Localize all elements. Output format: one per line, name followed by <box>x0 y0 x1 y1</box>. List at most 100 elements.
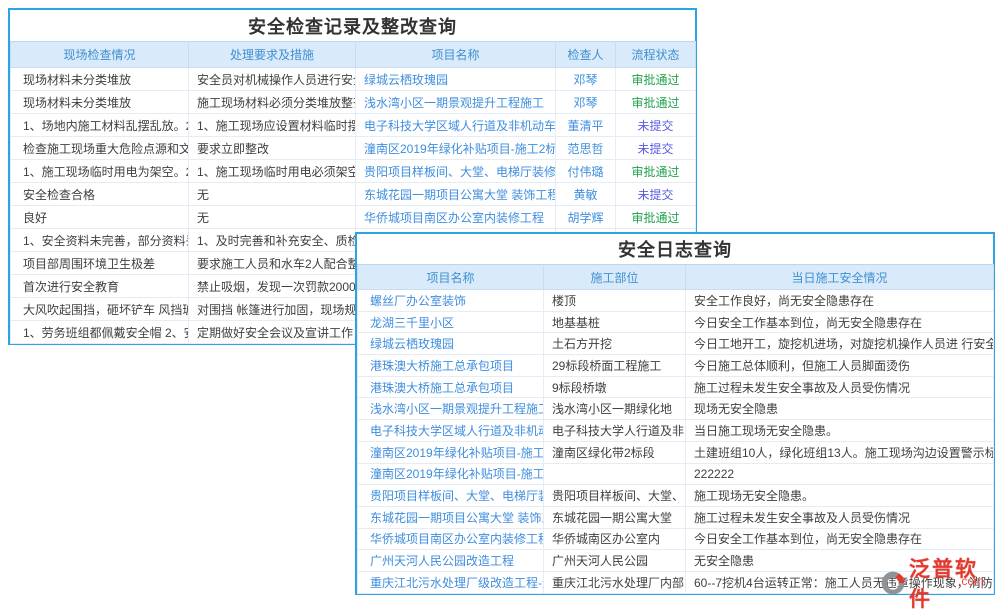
table-row: 现场材料未分类堆放施工现场材料必须分类堆放整齐...浅水湾小区一期景观提升工程施… <box>11 91 696 114</box>
cell-status[interactable]: 审批通过 <box>616 68 696 91</box>
fanpu-swirl-icon <box>880 570 906 596</box>
cell-inspection: 1、场地内施工材料乱摆乱放。2... <box>11 114 189 137</box>
cell-status[interactable]: 未提交 <box>616 183 696 206</box>
safety-log-table: 项目名称施工部位当日施工安全情况 螺丝厂办公室装饰楼顶安全工作良好，尚无安全隐患… <box>357 264 994 594</box>
panel-safety-log-query: 安全日志查询 项目名称施工部位当日施工安全情况 螺丝厂办公室装饰楼顶安全工作良好… <box>355 232 995 595</box>
table-row: 贵阳项目样板间、大堂、电梯厅装修工程贵阳项目样板间、大堂、...施工现场无安全隐… <box>358 485 994 507</box>
column-header-inspector: 检查人 <box>556 42 616 68</box>
cell-inspection: 现场材料未分类堆放 <box>11 91 189 114</box>
cell-measures: 1、施工现场临时用电必须架空... <box>189 160 356 183</box>
cell-part: 9标段桥墩 <box>544 376 686 398</box>
cell-inspection: 大风吹起围挡，砸坏铲车 风挡玻... <box>11 298 189 321</box>
cell-safety: 施工现场无安全隐患。 <box>686 485 994 507</box>
cell-inspector[interactable]: 邓琴 <box>556 68 616 91</box>
cell-inspection: 1、安全资料未完善，部分资料丢... <box>11 229 189 252</box>
cell-inspection: 检查施工现场重大危险点源和文... <box>11 137 189 160</box>
cell-project[interactable]: 潼南区2019年绿化补贴项目-施工2标段 <box>358 441 544 463</box>
table-row: 良好无华侨城项目南区办公室内装修工程胡学辉审批通过 <box>11 206 696 229</box>
table-row: 1、施工现场临时用电为架空。2...1、施工现场临时用电必须架空...贵阳项目样… <box>11 160 696 183</box>
cell-part: 重庆江北污水处理厂内部... <box>544 571 686 593</box>
cell-project[interactable]: 龙湖三千里小区 <box>358 311 544 333</box>
column-header-safety: 当日施工安全情况 <box>686 265 994 290</box>
cell-project[interactable]: 华侨城项目南区办公室内装修工程 <box>358 528 544 550</box>
cell-part: 广州天河人民公园 <box>544 550 686 572</box>
cell-project[interactable]: 贵阳项目样板间、大堂、电梯厅装修工程 <box>358 485 544 507</box>
cell-project[interactable]: 螺丝厂办公室装饰 <box>358 290 544 312</box>
cell-inspection: 1、劳务班组都佩戴安全帽 2、安... <box>11 321 189 344</box>
cell-safety: 今日施工总体顺利，但施工人员脚面烫伤 <box>686 355 994 377</box>
table-row: 华侨城项目南区办公室内装修工程华侨城南区办公室内今日安全工作基本到位，尚无安全隐… <box>358 528 994 550</box>
cell-project[interactable]: 绿城云栖玫瑰园 <box>356 68 556 91</box>
cell-measures: 1、及时完善和补充安全、质检... <box>189 229 356 252</box>
cell-inspector[interactable]: 董清平 <box>556 114 616 137</box>
cell-project[interactable]: 潼南区2019年绿化补贴项目-施工2标段 <box>358 463 544 485</box>
cell-project[interactable]: 东城花园一期项目公寓大堂 装饰工程 <box>358 506 544 528</box>
cell-project[interactable]: 浅水湾小区一期景观提升工程施工 <box>356 91 556 114</box>
cell-project[interactable]: 潼南区2019年绿化补贴项目-施工2标段 <box>356 137 556 160</box>
cell-measures: 无 <box>189 183 356 206</box>
cell-safety: 安全工作良好，尚无安全隐患存在 <box>686 290 994 312</box>
cell-project[interactable]: 华侨城项目南区办公室内装修工程 <box>356 206 556 229</box>
table-row: 电子科技大学区域人行道及非机动车道工程电子科技大学人行道及非...当日施工现场无… <box>358 420 994 442</box>
cell-part: 潼南区绿化带2标段 <box>544 441 686 463</box>
cell-part: 土石方开挖 <box>544 333 686 355</box>
column-header-part: 施工部位 <box>544 265 686 290</box>
cell-project[interactable]: 贵阳项目样板间、大堂、电梯厅装修工程 <box>356 160 556 183</box>
cell-safety: 今日工地开工，旋挖机进场，对旋挖机操作人员进 行安全技术... <box>686 333 994 355</box>
cell-project[interactable]: 港珠澳大桥施工总承包项目 <box>358 355 544 377</box>
cell-project[interactable]: 重庆江北污水处理厂级改造工程-道路修复 <box>358 571 544 593</box>
table-row: 港珠澳大桥施工总承包项目29标段桥面工程施工今日施工总体顺利，但施工人员脚面烫伤 <box>358 355 994 377</box>
cell-part: 东城花园一期公寓大堂 <box>544 506 686 528</box>
table-row: 龙湖三千里小区地基基桩今日安全工作基本到位，尚无安全隐患存在 <box>358 311 994 333</box>
column-header-project: 项目名称 <box>356 42 556 68</box>
cell-inspector[interactable]: 胡学辉 <box>556 206 616 229</box>
table-row: 港珠澳大桥施工总承包项目9标段桥墩施工过程未发生安全事故及人员受伤情况 <box>358 376 994 398</box>
cell-project[interactable]: 浅水湾小区一期景观提升工程施工 <box>358 398 544 420</box>
cell-status[interactable]: 审批通过 <box>616 160 696 183</box>
cell-safety: 现场无安全隐患 <box>686 398 994 420</box>
cell-status[interactable]: 审批通过 <box>616 206 696 229</box>
cell-measures: 无 <box>189 206 356 229</box>
cell-project[interactable]: 港珠澳大桥施工总承包项目 <box>358 376 544 398</box>
cell-safety: 今日安全工作基本到位，尚无安全隐患存在 <box>686 311 994 333</box>
cell-project[interactable]: 绿城云栖玫瑰园 <box>358 333 544 355</box>
table-row: 浅水湾小区一期景观提升工程施工浅水湾小区一期绿化地现场无安全隐患 <box>358 398 994 420</box>
cell-part: 地基基桩 <box>544 311 686 333</box>
cell-project[interactable]: 电子科技大学区域人行道及非机动车道工程 <box>356 114 556 137</box>
panel-title-safety-inspection: 安全检查记录及整改查询 <box>10 10 695 41</box>
cell-inspection: 1、施工现场临时用电为架空。2... <box>11 160 189 183</box>
cell-safety: 当日施工现场无安全隐患。 <box>686 420 994 442</box>
cell-safety: 施工过程未发生安全事故及人员受伤情况 <box>686 506 994 528</box>
table-row: 安全检查合格无东城花园一期项目公寓大堂 装饰工程黄敏未提交 <box>11 183 696 206</box>
cell-safety: 222222 <box>686 463 994 485</box>
table-row: 绿城云栖玫瑰园土石方开挖今日工地开工，旋挖机进场，对旋挖机操作人员进 行安全技术… <box>358 333 994 355</box>
cell-inspector[interactable]: 黄敏 <box>556 183 616 206</box>
cell-inspector[interactable]: 付伟璐 <box>556 160 616 183</box>
cell-inspection: 良好 <box>11 206 189 229</box>
table-row: 东城花园一期项目公寓大堂 装饰工程东城花园一期公寓大堂施工过程未发生安全事故及人… <box>358 506 994 528</box>
column-header-measures: 处理要求及措施 <box>189 42 356 68</box>
cell-measures: 禁止吸烟，发现一次罚款2000... <box>189 275 356 298</box>
cell-safety: 施工过程未发生安全事故及人员受伤情况 <box>686 376 994 398</box>
cell-project[interactable]: 广州天河人民公园改造工程 <box>358 550 544 572</box>
cell-status[interactable]: 审批通过 <box>616 91 696 114</box>
cell-inspector[interactable]: 范思哲 <box>556 137 616 160</box>
table-row: 螺丝厂办公室装饰楼顶安全工作良好，尚无安全隐患存在 <box>358 290 994 312</box>
cell-part: 华侨城南区办公室内 <box>544 528 686 550</box>
fanpu-logo-text: 泛普软件 <box>909 553 1000 613</box>
cell-measures: 施工现场材料必须分类堆放整齐... <box>189 91 356 114</box>
table-header-row: 项目名称施工部位当日施工安全情况 <box>358 265 994 290</box>
cell-inspector[interactable]: 邓琴 <box>556 91 616 114</box>
table-row: 现场材料未分类堆放安全员对机械操作人员进行安全...绿城云栖玫瑰园邓琴审批通过 <box>11 68 696 91</box>
cell-inspection: 现场材料未分类堆放 <box>11 68 189 91</box>
panel-title-safety-log: 安全日志查询 <box>357 234 993 264</box>
cell-status[interactable]: 未提交 <box>616 114 696 137</box>
cell-part: 电子科技大学人行道及非... <box>544 420 686 442</box>
cell-safety: 土建班组10人，绿化班组13人。施工现场沟边设置警示标识，... <box>686 441 994 463</box>
cell-inspection: 项目部周围环境卫生极差 <box>11 252 189 275</box>
cell-status[interactable]: 未提交 <box>616 137 696 160</box>
cell-project[interactable]: 电子科技大学区域人行道及非机动车道工程 <box>358 420 544 442</box>
cell-measures: 1、施工现场应设置材料临时摆... <box>189 114 356 137</box>
cell-inspection: 首次进行安全教育 <box>11 275 189 298</box>
cell-project[interactable]: 东城花园一期项目公寓大堂 装饰工程 <box>356 183 556 206</box>
